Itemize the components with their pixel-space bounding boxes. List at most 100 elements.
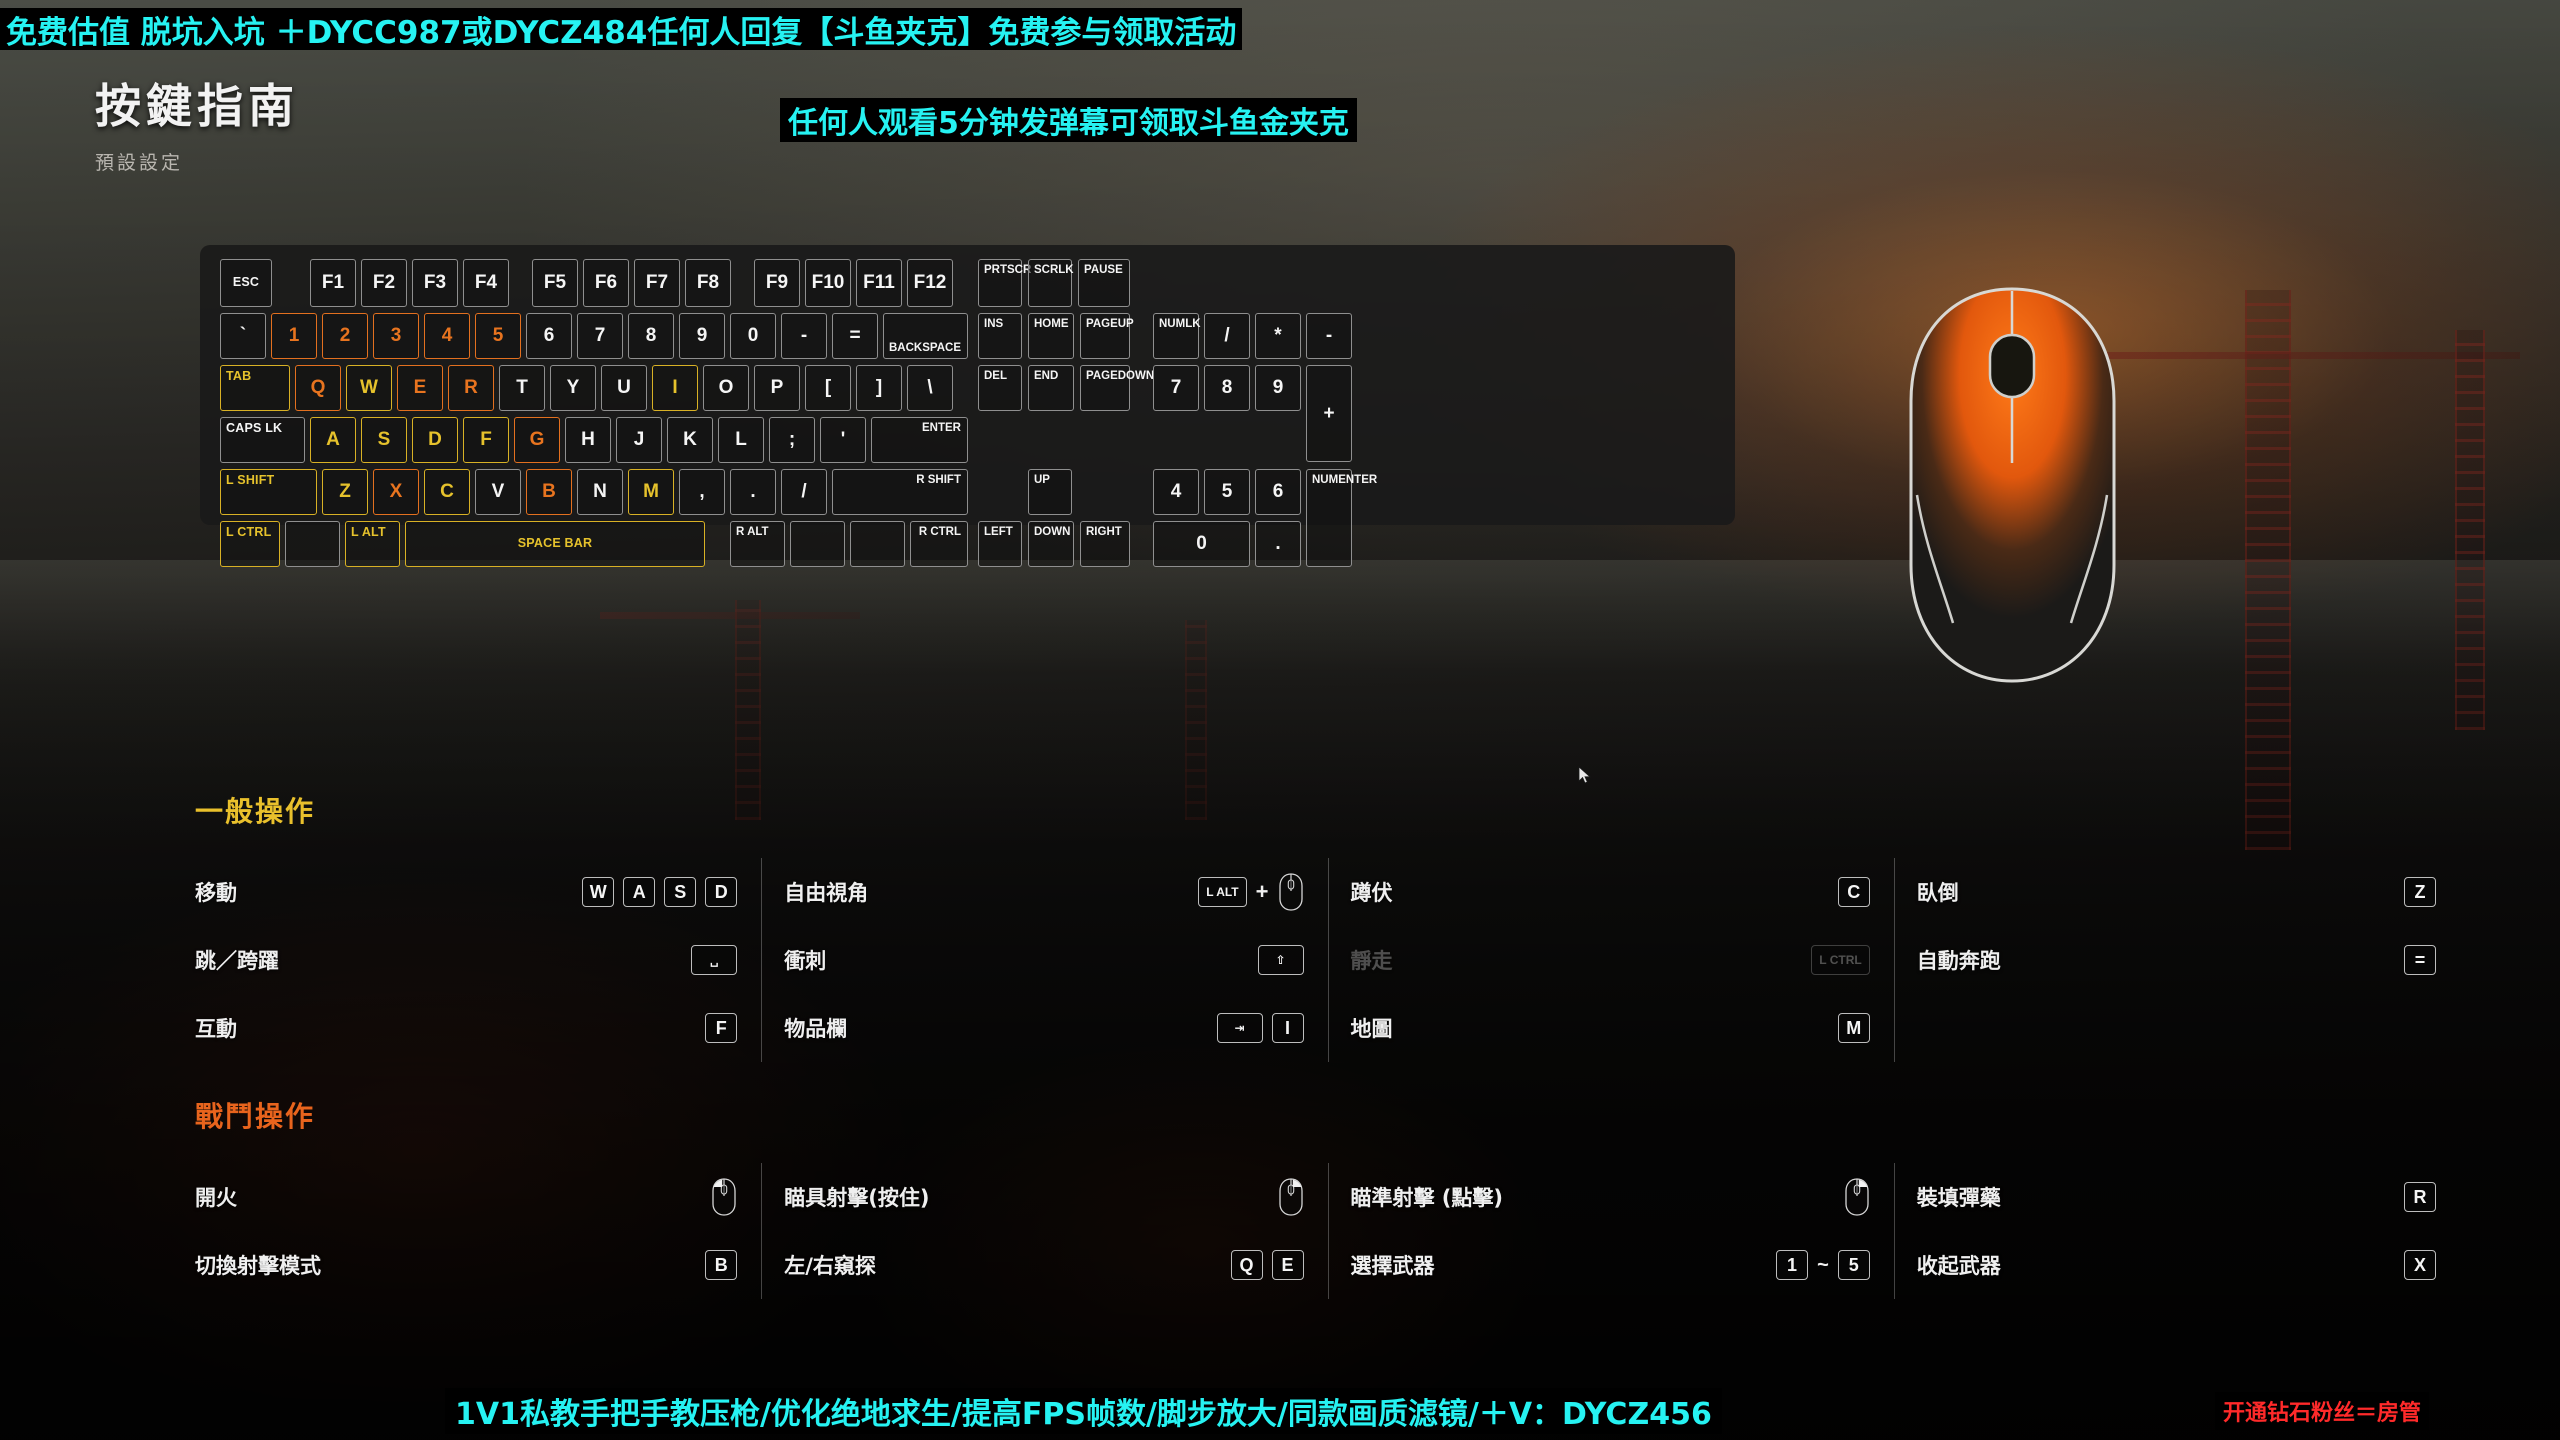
keyboard-key-f8[interactable]: F8 — [685, 259, 731, 307]
keyboard-key-r[interactable]: R — [448, 365, 494, 411]
keyboard-key-blank[interactable] — [790, 521, 845, 567]
keyboard-key-f9[interactable]: F9 — [754, 259, 800, 307]
keyboard-key-s[interactable]: S — [361, 417, 407, 463]
keyboard-key-m[interactable]: M — [628, 469, 674, 515]
binding-key-key[interactable]: ␣ — [691, 945, 738, 975]
binding-key-key[interactable]: = — [2404, 945, 2436, 975]
binding-key-a[interactable]: A — [623, 877, 656, 907]
binding-key-l-alt[interactable]: L ALT — [1198, 877, 1247, 907]
keyboard-key-caps-lk[interactable]: CAPS LK — [220, 417, 305, 463]
keyboard-key-9[interactable]: 9 — [679, 313, 725, 359]
binding-key-key[interactable]: ⇧ — [1257, 945, 1304, 975]
binding-key-z[interactable]: Z — [2404, 877, 2436, 907]
keyboard-key-right[interactable]: RIGHT — [1080, 521, 1130, 567]
keyboard-key-4[interactable]: 4 — [424, 313, 470, 359]
binding-key-x[interactable]: X — [2404, 1250, 2436, 1280]
binding-key-1[interactable]: 1 — [1776, 1250, 1809, 1280]
keyboard-key-a[interactable]: A — [310, 417, 356, 463]
keyboard-key-p[interactable]: P — [754, 365, 800, 411]
keyboard-key-f1[interactable]: F1 — [310, 259, 356, 307]
binding-key-r[interactable]: R — [2404, 1182, 2436, 1212]
keyboard-key-z[interactable]: Z — [322, 469, 368, 515]
keyboard-key-blank[interactable]: , — [679, 469, 725, 515]
keyboard-key-o[interactable]: O — [703, 365, 749, 411]
keyboard-key-5[interactable]: 5 — [475, 313, 521, 359]
keyboard-key-f5[interactable]: F5 — [532, 259, 578, 307]
keyboard-key-blank[interactable]: [ — [805, 365, 851, 411]
keyboard-key-r-ctrl[interactable]: R CTRL — [910, 521, 968, 567]
keyboard-key-w[interactable]: W — [346, 365, 392, 411]
keyboard-key-0[interactable]: 0 — [730, 313, 776, 359]
keyboard-key-f3[interactable]: F3 — [412, 259, 458, 307]
keyboard-key-f12[interactable]: F12 — [907, 259, 953, 307]
keyboard-key-enter[interactable]: ENTER — [871, 417, 968, 463]
keyboard-key-b[interactable]: B — [526, 469, 572, 515]
keyboard-key-q[interactable]: Q — [295, 365, 341, 411]
keyboard-key-blank[interactable]: * — [1255, 313, 1301, 359]
keyboard-key-9[interactable]: 9 — [1255, 365, 1301, 411]
binding-key-e[interactable]: E — [1271, 1250, 1304, 1280]
keyboard-key-blank[interactable]: - — [781, 313, 827, 359]
binding-key-q[interactable]: Q — [1230, 1250, 1263, 1280]
keyboard-key-h[interactable]: H — [565, 417, 611, 463]
keyboard-key-up[interactable]: UP — [1028, 469, 1072, 515]
keyboard-key-blank[interactable]: / — [1204, 313, 1250, 359]
keyboard-key-x[interactable]: X — [373, 469, 419, 515]
keyboard-key-8[interactable]: 8 — [628, 313, 674, 359]
keyboard-key-7[interactable]: 7 — [577, 313, 623, 359]
keyboard-key-l-alt[interactable]: L ALT — [345, 521, 400, 567]
keyboard-key-back-space[interactable]: BACK SPACE — [883, 313, 968, 359]
keyboard-key-e[interactable]: E — [397, 365, 443, 411]
keyboard-key-v[interactable]: V — [475, 469, 521, 515]
keyboard-key-k[interactable]: K — [667, 417, 713, 463]
keyboard-key-y[interactable]: Y — [550, 365, 596, 411]
keyboard-key-f7[interactable]: F7 — [634, 259, 680, 307]
keyboard-key-blank[interactable]: + — [1306, 365, 1352, 462]
keyboard-key-scr-lk[interactable]: SCR LK — [1028, 259, 1074, 307]
keyboard-key-c[interactable]: C — [424, 469, 470, 515]
binding-key-m[interactable]: M — [1837, 1013, 1870, 1043]
keyboard-key-0[interactable]: 0 — [1153, 521, 1250, 567]
keyboard-key-t[interactable]: T — [499, 365, 545, 411]
keyboard-key-r-alt[interactable]: R ALT — [730, 521, 785, 567]
keyboard-key-page-down[interactable]: PAGE DOWN — [1080, 365, 1154, 411]
binding-key-l-ctrl[interactable]: L CTRL — [1811, 945, 1870, 975]
keyboard-key-blank[interactable]: . — [730, 469, 776, 515]
keyboard-key-f10[interactable]: F10 — [805, 259, 851, 307]
keyboard-key-tab[interactable]: TAB — [220, 365, 290, 411]
keyboard-key-prt-scr[interactable]: PRT SCR — [978, 259, 1031, 307]
binding-key-key[interactable]: ⇥ — [1216, 1013, 1263, 1043]
keyboard-key-i[interactable]: I — [652, 365, 698, 411]
keyboard-key-6[interactable]: 6 — [1255, 469, 1301, 515]
keyboard-key-ins[interactable]: INS — [978, 313, 1022, 359]
keyboard-key-l[interactable]: L — [718, 417, 764, 463]
keyboard-key-5[interactable]: 5 — [1204, 469, 1250, 515]
keyboard-key-blank[interactable]: = — [832, 313, 878, 359]
keyboard-key-blank[interactable]: ] — [856, 365, 902, 411]
keyboard-key-blank[interactable]: / — [781, 469, 827, 515]
keyboard-key-f4[interactable]: F4 — [463, 259, 509, 307]
keyboard-key-f[interactable]: F — [463, 417, 509, 463]
keyboard-key-d[interactable]: D — [412, 417, 458, 463]
keyboard-key-8[interactable]: 8 — [1204, 365, 1250, 411]
keyboard-key-l-shift[interactable]: L SHIFT — [220, 469, 317, 515]
binding-key-c[interactable]: C — [1837, 877, 1870, 907]
keyboard-key-space-bar[interactable]: SPACE BAR — [405, 521, 705, 567]
keyboard-key-num-lk[interactable]: NUM LK — [1153, 313, 1201, 359]
keyboard-key-6[interactable]: 6 — [526, 313, 572, 359]
keyboard-key-blank[interactable]: ` — [220, 313, 266, 359]
keyboard-key-num-enter[interactable]: NUM ENTER — [1306, 469, 1377, 567]
keyboard-key-g[interactable]: G — [514, 417, 560, 463]
keyboard-key-4[interactable]: 4 — [1153, 469, 1199, 515]
binding-key-d[interactable]: D — [705, 877, 738, 907]
keyboard-key-7[interactable]: 7 — [1153, 365, 1199, 411]
keyboard-key-blank[interactable]: ; — [769, 417, 815, 463]
keyboard-key-1[interactable]: 1 — [271, 313, 317, 359]
keyboard-key-del[interactable]: DEL — [978, 365, 1022, 411]
keyboard-key-blank[interactable]: \ — [907, 365, 953, 411]
keyboard-key-blank[interactable]: . — [1255, 521, 1301, 567]
binding-key-b[interactable]: B — [705, 1250, 738, 1280]
keyboard-key-blank[interactable]: ' — [820, 417, 866, 463]
keyboard-key-l-ctrl[interactable]: L CTRL — [220, 521, 280, 567]
keyboard-key-n[interactable]: N — [577, 469, 623, 515]
